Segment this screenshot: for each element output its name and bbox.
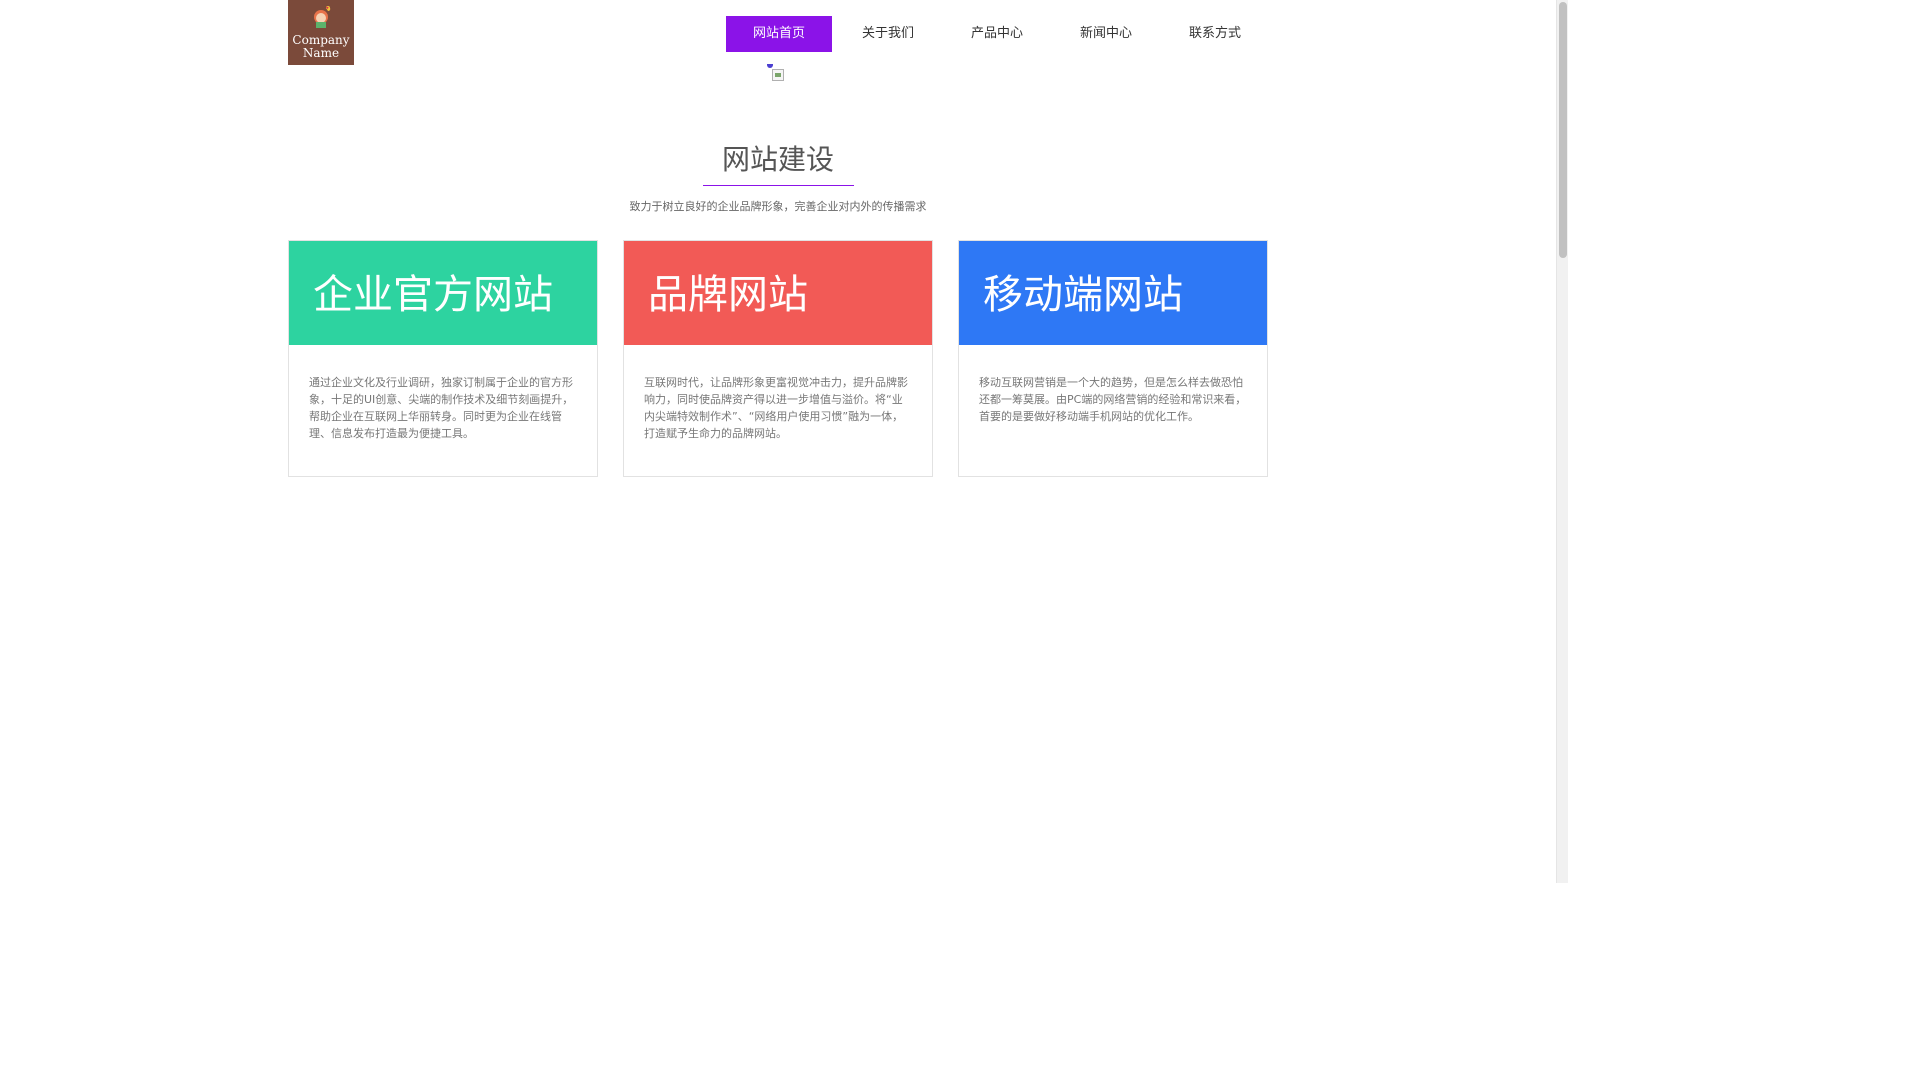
card-header: 移动端网站 (959, 241, 1267, 345)
nav-item-products[interactable]: 产品中心 (944, 16, 1050, 52)
card-title: 企业官方网站 (313, 272, 553, 318)
nav-item-about[interactable]: 关于我们 (835, 16, 941, 52)
broken-image-icon (772, 69, 784, 81)
title-underline (703, 185, 854, 186)
section-title: 网站建设 (721, 143, 834, 176)
section-subtitle: 致力于树立良好的企业品牌形象，完善企业对内外的传播需求 (629, 200, 927, 213)
vertical-scrollbar[interactable] (1556, 0, 1568, 883)
scrollbar-thumb[interactable] (1559, 2, 1567, 258)
nav-item-news[interactable]: 新闻中心 (1053, 16, 1159, 52)
service-card-mobile[interactable]: 移动端网站 移动互联网营销是一个大的趋势，但是怎么样去做恐怕还都一筹莫展。由PC… (958, 240, 1268, 477)
nav-item-home[interactable]: 网站首页 (726, 16, 832, 52)
nav-indicator-dot (767, 64, 773, 68)
service-card-corporate[interactable]: 企业官方网站 通过企业文化及行业调研，独家订制属于企业的官方形象，十足的UI创意… (288, 240, 598, 477)
card-title: 移动端网站 (983, 272, 1183, 318)
logo-text: Company Name (288, 34, 354, 60)
girl-heart-icon (314, 6, 331, 28)
card-description: 互联网时代，让品牌形象更富视觉冲击力，提升品牌影响力，同时使品牌资产得以进一步增… (644, 376, 908, 440)
card-description: 通过企业文化及行业调研，独家订制属于企业的官方形象，十足的UI创意、尖端的制作技… (309, 376, 574, 440)
card-title: 品牌网站 (648, 272, 808, 318)
page: Company Name 网站首页 关于我们 产品中心 新闻中心 联系方式 网站… (0, 0, 1568, 883)
company-logo[interactable]: Company Name (288, 0, 354, 65)
main-nav: 网站首页 关于我们 产品中心 新闻中心 联系方式 (726, 16, 1271, 52)
logo-line-2: Name (302, 46, 340, 60)
nav-item-contact[interactable]: 联系方式 (1162, 16, 1268, 52)
service-card-brand[interactable]: 品牌网站 互联网时代，让品牌形象更富视觉冲击力，提升品牌影响力，同时使品牌资产得… (623, 240, 933, 477)
card-header: 企业官方网站 (289, 241, 597, 345)
card-header: 品牌网站 (624, 241, 932, 345)
card-description: 移动互联网营销是一个大的趋势，但是怎么样去做恐怕还都一筹莫展。由PC端的网络营销… (979, 376, 1247, 423)
